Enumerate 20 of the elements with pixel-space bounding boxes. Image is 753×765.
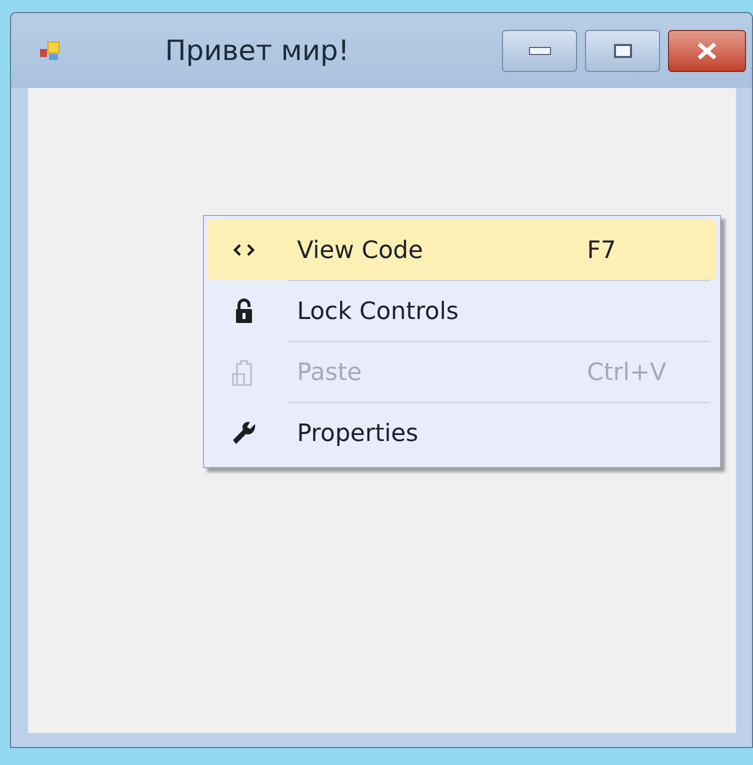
menu-item-label: Paste [297, 357, 363, 388]
menu-item[interactable]: View Code F7 [208, 220, 716, 280]
menu-item[interactable]: Properties [208, 403, 716, 463]
menu-item-label: Properties [297, 418, 420, 449]
menu-item-label: View Code [297, 235, 424, 266]
padlock-icon [235, 298, 253, 324]
maximize-button[interactable] [585, 30, 660, 72]
maximize-icon [614, 44, 632, 58]
app-icon [39, 40, 61, 62]
shortcut-label: F7 [587, 235, 616, 266]
code-icon [233, 243, 255, 257]
window-title: Привет мир! [165, 32, 350, 68]
shortcut-label: Ctrl+V [587, 357, 666, 388]
menu-item[interactable]: Lock Controls [208, 281, 716, 341]
minimize-button[interactable] [502, 30, 577, 72]
menu-item-label: Lock Controls [297, 296, 460, 327]
wrench-icon [231, 421, 257, 445]
close-icon [696, 42, 718, 60]
close-button[interactable] [668, 30, 746, 72]
minimize-icon [528, 46, 550, 54]
